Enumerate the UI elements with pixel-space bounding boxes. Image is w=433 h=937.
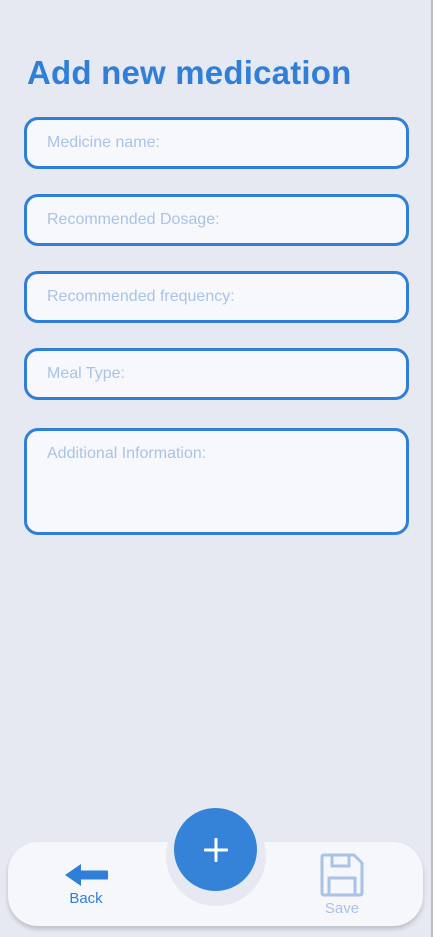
meal-type-field-container (24, 348, 409, 400)
recommended-frequency-field-container (24, 271, 409, 323)
plus-icon (203, 837, 228, 862)
save-label: Save (324, 900, 360, 917)
additional-information-textarea[interactable] (27, 431, 406, 532)
recommended-dosage-field-container (24, 194, 409, 246)
back-button[interactable]: Back (56, 862, 116, 907)
medicine-name-input[interactable] (27, 120, 406, 166)
page-title: Add new medication (27, 54, 352, 91)
medicine-name-field-container (24, 117, 409, 169)
back-label: Back (69, 890, 103, 907)
recommended-frequency-input[interactable] (27, 274, 406, 320)
floppy-disk-icon (320, 853, 364, 897)
save-button[interactable]: Save (312, 852, 372, 917)
meal-type-input[interactable] (27, 351, 406, 397)
arrow-left-icon (65, 864, 108, 886)
additional-information-field-container (24, 428, 409, 535)
recommended-dosage-input[interactable] (27, 197, 406, 243)
add-medication-button[interactable] (174, 808, 257, 891)
